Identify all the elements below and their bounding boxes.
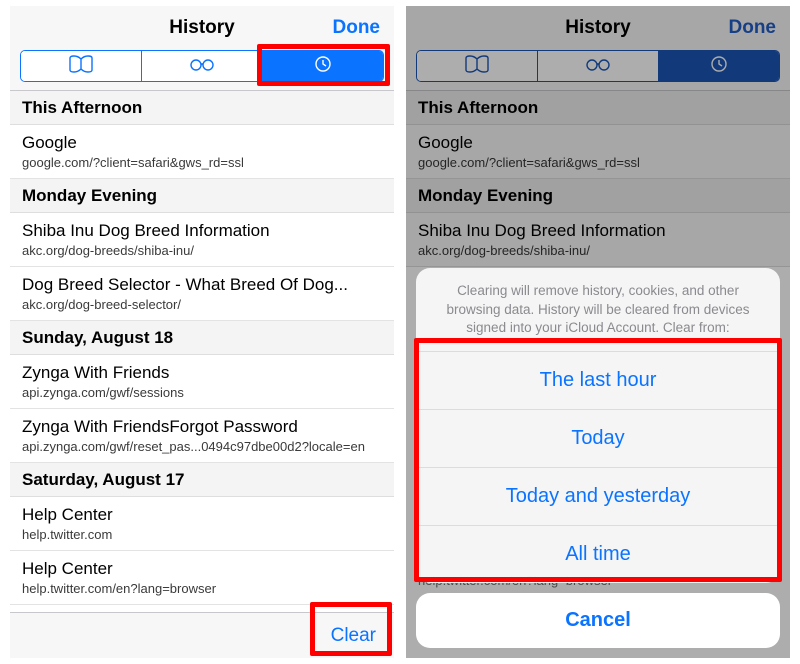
glasses-icon bbox=[187, 55, 217, 78]
history-row-url: api.zynga.com/gwf/reset_pas...0494c97dbe… bbox=[22, 439, 382, 454]
history-row-title: Dog Breed Selector - What Breed Of Dog..… bbox=[22, 275, 382, 295]
history-row-title: Help Center bbox=[22, 505, 382, 525]
history-row[interactable]: Dog Breed Selector - What Breed Of Dog..… bbox=[10, 267, 394, 321]
history-row[interactable]: Zynga With Friends api.zynga.com/gwf/ses… bbox=[10, 355, 394, 409]
history-row-url: help.twitter.com bbox=[22, 527, 382, 542]
history-row-url: google.com/?client=safari&gws_rd=ssl bbox=[22, 155, 382, 170]
clear-action-sheet: Clearing will remove history, cookies, a… bbox=[416, 268, 780, 648]
history-screen-left: History Done This Afternoon bbox=[10, 6, 394, 658]
tab-history[interactable] bbox=[263, 51, 383, 81]
clock-icon bbox=[312, 55, 334, 78]
book-icon bbox=[68, 55, 94, 78]
action-sheet-main: Clearing will remove history, cookies, a… bbox=[416, 268, 780, 583]
tab-bookmarks[interactable] bbox=[21, 51, 142, 81]
highlight-clear-button bbox=[310, 602, 392, 656]
history-row[interactable]: Help Center help.twitter.com bbox=[10, 497, 394, 551]
section-header: Sunday, August 18 bbox=[10, 321, 394, 355]
section-header: Saturday, August 17 bbox=[10, 463, 394, 497]
history-row-title: Zynga With Friends bbox=[22, 363, 382, 383]
page-title: History bbox=[169, 17, 234, 39]
history-screen-right: History Done This Afternoon G bbox=[406, 6, 790, 658]
section-header: Monday Evening bbox=[10, 179, 394, 213]
history-row[interactable]: Help Center help.twitter.com/en?lang=bro… bbox=[10, 551, 394, 605]
history-row-url: help.twitter.com/en?lang=browser bbox=[22, 581, 382, 596]
history-row-url: akc.org/dog-breed-selector/ bbox=[22, 297, 382, 312]
segmented-control-wrap bbox=[10, 50, 394, 91]
segmented-control bbox=[20, 50, 384, 82]
section-header: This Afternoon bbox=[10, 91, 394, 125]
history-row-title: Zynga With FriendsForgot Password bbox=[22, 417, 382, 437]
history-row-url: akc.org/dog-breeds/shiba-inu/ bbox=[22, 243, 382, 258]
history-row-title: Shiba Inu Dog Breed Information bbox=[22, 221, 382, 241]
history-row-url: api.zynga.com/gwf/sessions bbox=[22, 385, 382, 400]
done-button[interactable]: Done bbox=[333, 17, 381, 39]
clear-option-today[interactable]: Today bbox=[416, 410, 780, 468]
clear-option-today-yesterday[interactable]: Today and yesterday bbox=[416, 468, 780, 526]
history-row-title: Help Center bbox=[22, 559, 382, 579]
history-row[interactable]: Shiba Inu Dog Breed Information akc.org/… bbox=[10, 213, 394, 267]
clear-option-all-time[interactable]: All time bbox=[416, 526, 780, 583]
clear-option-last-hour[interactable]: The last hour bbox=[416, 352, 780, 410]
history-row[interactable]: Google google.com/?client=safari&gws_rd=… bbox=[10, 125, 394, 179]
action-sheet-cancel[interactable]: Cancel bbox=[416, 593, 780, 648]
tab-reading-list[interactable] bbox=[142, 51, 263, 81]
history-row[interactable]: Zynga With FriendsForgot Password api.zy… bbox=[10, 409, 394, 463]
history-list[interactable]: This Afternoon Google google.com/?client… bbox=[10, 91, 394, 612]
action-sheet-message: Clearing will remove history, cookies, a… bbox=[416, 268, 780, 352]
history-row-title: Google bbox=[22, 133, 382, 153]
nav-header: History Done bbox=[10, 6, 394, 50]
